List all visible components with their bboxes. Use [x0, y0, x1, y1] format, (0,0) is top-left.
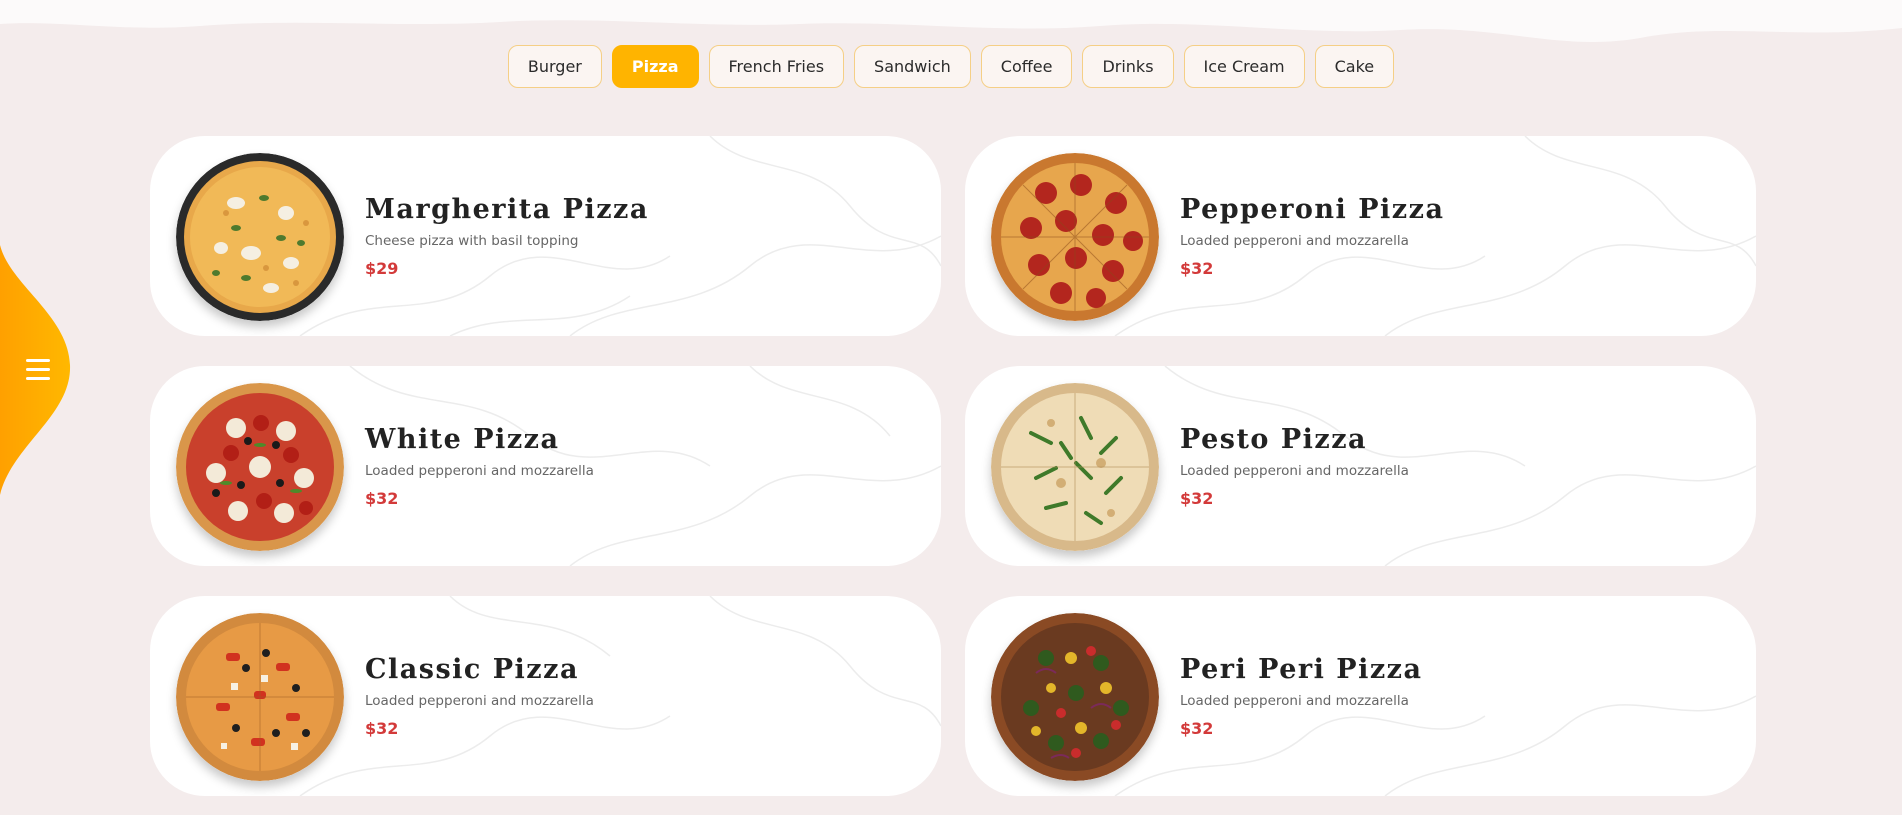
item-description: Loaded pepperoni and mozzarella: [365, 693, 594, 709]
tab-pizza[interactable]: Pizza: [611, 45, 699, 88]
menu-card[interactable]: Peri Peri Pizza Loaded pepperoni and moz…: [965, 596, 1756, 796]
menu-card[interactable]: Margherita Pizza Cheese pizza with basil…: [150, 136, 941, 336]
item-price: $29: [365, 259, 399, 278]
item-description: Loaded pepperoni and mozzarella: [1180, 463, 1409, 479]
tab-french-fries[interactable]: French Fries: [708, 45, 845, 88]
item-description: Loaded pepperoni and mozzarella: [365, 463, 594, 479]
tab-sandwich[interactable]: Sandwich: [854, 45, 971, 88]
category-tabs: Burger Pizza French Fries Sandwich Coffe…: [0, 45, 1902, 88]
margherita-pizza-image: [176, 153, 344, 321]
item-price: $32: [365, 719, 399, 738]
item-price: $32: [1180, 719, 1214, 738]
side-menu-toggle[interactable]: [0, 245, 72, 495]
menu-card[interactable]: Pepperoni Pizza Loaded pepperoni and moz…: [965, 136, 1756, 336]
item-description: Loaded pepperoni and mozzarella: [1180, 693, 1409, 709]
tab-drinks[interactable]: Drinks: [1082, 45, 1174, 88]
pepperoni-pizza-image: [991, 153, 1159, 321]
menu-grid: Margherita Pizza Cheese pizza with basil…: [150, 136, 1756, 796]
item-name: Classic Pizza: [365, 654, 579, 685]
item-price: $32: [1180, 259, 1214, 278]
menu-card[interactable]: White Pizza Loaded pepperoni and mozzare…: [150, 366, 941, 566]
item-price: $32: [365, 489, 399, 508]
item-name: Peri Peri Pizza: [1180, 654, 1423, 685]
item-name: Pesto Pizza: [1180, 424, 1368, 455]
classic-pizza-image: [176, 613, 344, 781]
pesto-pizza-image: [991, 383, 1159, 551]
tab-burger[interactable]: Burger: [507, 45, 602, 88]
peri-peri-pizza-image: [991, 613, 1159, 781]
tab-coffee[interactable]: Coffee: [980, 45, 1073, 88]
menu-card[interactable]: Pesto Pizza Loaded pepperoni and mozzare…: [965, 366, 1756, 566]
tab-cake[interactable]: Cake: [1314, 45, 1395, 88]
hamburger-icon: [26, 359, 50, 381]
item-name: White Pizza: [365, 424, 560, 455]
white-pizza-image: [176, 383, 344, 551]
menu-card[interactable]: Classic Pizza Loaded pepperoni and mozza…: [150, 596, 941, 796]
item-description: Cheese pizza with basil topping: [365, 233, 579, 249]
item-description: Loaded pepperoni and mozzarella: [1180, 233, 1409, 249]
tab-ice-cream[interactable]: Ice Cream: [1183, 45, 1305, 88]
item-name: Pepperoni Pizza: [1180, 194, 1445, 225]
item-name: Margherita Pizza: [365, 194, 649, 225]
item-price: $32: [1180, 489, 1214, 508]
